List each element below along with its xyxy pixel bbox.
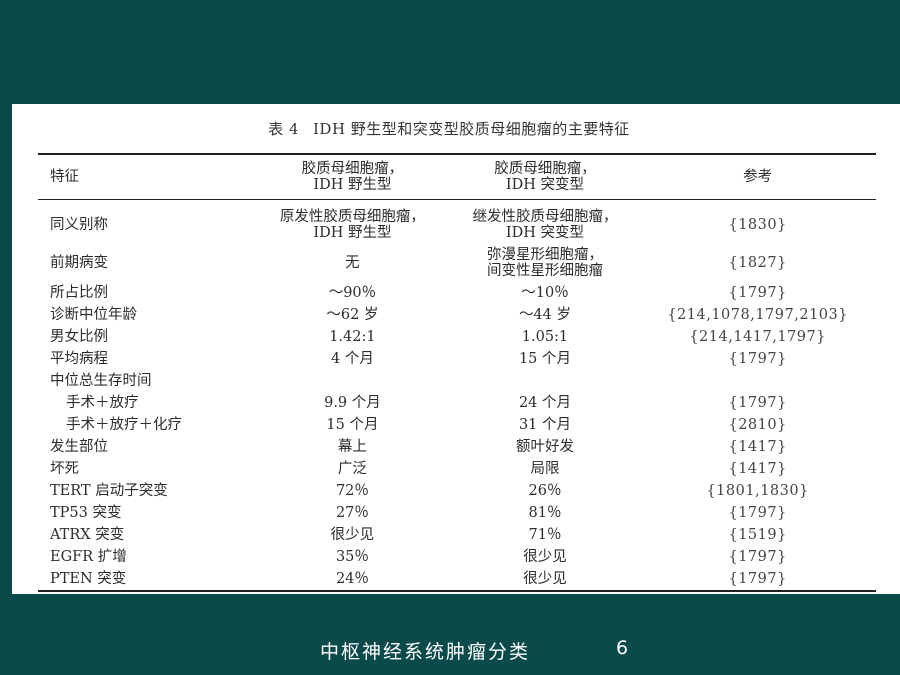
cell-idh-wildtype: ～62 岁 [326, 307, 379, 323]
cell-feature: 所占比例 [50, 285, 108, 301]
cell-idh-wildtype: 72％ [335, 483, 369, 499]
cell-feature: 平均病程 [50, 351, 108, 367]
cell-idh-wildtype: 24％ [335, 571, 369, 587]
cell-reference: {1519} [728, 527, 787, 543]
cell-reference: {1827} [728, 255, 787, 271]
cell-idh-mutant: 很少见 [523, 571, 567, 587]
cell-idh-mutant: 很少见 [523, 549, 567, 565]
cell-idh-mutant: 1.05:1 [521, 329, 569, 345]
cell-feature: 男女比例 [50, 329, 108, 345]
table-caption-label: 表 4 [268, 120, 299, 138]
cell-idh-mutant: ～44 岁 [518, 307, 571, 323]
cell-idh-mutant: 81％ [528, 505, 562, 521]
cell-idh-mutant: 26％ [528, 483, 562, 499]
header-idh-mutant: 胶质母细胞瘤， IDH 突变型 [494, 161, 596, 193]
cell-reference: {1797} [728, 571, 787, 587]
cell-idh-wildtype: 很少见 [330, 527, 375, 543]
cell-idh-wildtype: 9.9 个月 [324, 395, 381, 411]
cell-feature: 中位总生存时间 [50, 373, 152, 389]
cell-reference: {1801,1830} [706, 483, 809, 499]
table-row: TP53 突变 27％ 81％ {1797} [38, 502, 876, 524]
cell-idh-wildtype: 15 个月 [326, 417, 379, 433]
cell-idh-wildtype: ～90％ [328, 285, 377, 301]
cell-reference [639, 370, 876, 392]
header-reference: 参考 [743, 169, 773, 185]
cell-reference: {1797} [728, 351, 787, 367]
table-row: TERT 启动子突变 72％ 26％ {1801,1830} [38, 480, 876, 502]
cell-idh-wildtype: 4 个月 [331, 351, 374, 367]
table-body: 同义别称 原发性胶质母细胞瘤， IDH 野生型 继发性胶质母细胞瘤， IDH 突变型 {1… [38, 200, 876, 591]
cell-reference: {1417} [728, 461, 787, 477]
cell-feature: 前期病变 [50, 255, 108, 271]
table-row: 手术＋放疗＋化疗 15 个月 31 个月 {2810} [38, 414, 876, 436]
table-row: 坏死 广泛 局限 {1417} [38, 458, 876, 480]
cell-idh-wildtype [254, 370, 450, 392]
cell-reference: {1830} [728, 217, 787, 233]
cell-idh-mutant: 局限 [530, 461, 560, 477]
cell-idh-wildtype: 27％ [335, 505, 369, 521]
cell-idh-mutant [451, 370, 640, 392]
table-sheet: 表 4 IDH 野生型和突变型胶质母细胞瘤的主要特征 特征 胶质母细胞瘤， IDH … [12, 104, 900, 594]
cell-reference: {1797} [728, 395, 787, 411]
table-row: 所占比例 ～90％ ～10％ {1797} [38, 282, 876, 304]
header-feature: 特征 [50, 169, 79, 185]
table-row: ATRX 突变 很少见 71％ {1519} [38, 524, 876, 546]
table-row: 前期病变 无 弥漫星形细胞瘤， 间变性星形细胞瘤 {1827} [38, 244, 876, 282]
table-caption: 表 4 IDH 野生型和突变型胶质母细胞瘤的主要特征 [12, 118, 900, 139]
cell-feature: TP53 突变 [50, 505, 122, 521]
cell-feature: 发生部位 [50, 439, 108, 455]
cell-idh-mutant: 15 个月 [518, 351, 571, 367]
cell-idh-wildtype: 原发性胶质母细胞瘤， IDH 野生型 [279, 209, 425, 241]
cell-reference: {1417} [728, 439, 787, 455]
cell-reference: {1797} [728, 285, 787, 301]
features-table: 特征 胶质母细胞瘤， IDH 野生型 胶质母细胞瘤， IDH 突变型 参考 同义别称… [38, 153, 876, 592]
footer-title: 中枢神经系统肿瘤分类 [320, 641, 531, 663]
cell-reference: {214,1417,1797} [689, 329, 826, 345]
table-row: 男女比例 1.42:1 1.05:1 {214,1417,1797} [38, 326, 876, 348]
table-header-row: 特征 胶质母细胞瘤， IDH 野生型 胶质母细胞瘤， IDH 突变型 参考 [38, 154, 876, 200]
cell-feature: 同义别称 [50, 217, 108, 233]
cell-idh-mutant: 24 个月 [518, 395, 571, 411]
table-row: 手术＋放疗 9.9 个月 24 个月 {1797} [38, 392, 876, 414]
cell-reference: {2810} [728, 417, 787, 433]
table-row: 同义别称 原发性胶质母细胞瘤， IDH 野生型 继发性胶质母细胞瘤， IDH 突变型 {1… [38, 200, 876, 245]
cell-feature: PTEN 突变 [50, 571, 127, 587]
cell-reference: {1797} [728, 549, 787, 565]
cell-idh-mutant: 31 个月 [518, 417, 571, 433]
cell-idh-mutant: 弥漫星形细胞瘤， 间变性星形细胞瘤 [486, 247, 603, 279]
cell-idh-wildtype: 1.42:1 [329, 329, 376, 345]
table-row: EGFR 扩增 35％ 很少见 {1797} [38, 546, 876, 568]
cell-feature: EGFR 扩增 [50, 549, 127, 565]
cell-idh-wildtype: 广泛 [337, 461, 367, 477]
page-number: 6 [616, 637, 629, 659]
cell-idh-mutant: 71％ [528, 527, 562, 543]
cell-reference: {214,1078,1797,2103} [667, 307, 848, 323]
cell-idh-wildtype: 幕上 [337, 439, 367, 455]
cell-feature: 手术＋放疗＋化疗 [66, 417, 182, 433]
cell-idh-mutant: 继发性胶质母细胞瘤， IDH 突变型 [472, 209, 618, 241]
table-row: PTEN 突变 24％ 很少见 {1797} [38, 568, 876, 591]
cell-reference: {1797} [728, 505, 787, 521]
cell-idh-wildtype: 无 [345, 255, 360, 271]
cell-feature: 手术＋放疗 [66, 395, 139, 411]
cell-idh-mutant: ～10％ [521, 285, 569, 301]
table-row: 平均病程 4 个月 15 个月 {1797} [38, 348, 876, 370]
cell-feature: 诊断中位年龄 [50, 307, 137, 323]
cell-feature: ATRX 突变 [50, 527, 125, 543]
table-caption-title: IDH 野生型和突变型胶质母细胞瘤的主要特征 [313, 120, 630, 138]
cell-idh-mutant: 额叶好发 [515, 439, 574, 455]
table-row: 中位总生存时间 [38, 370, 876, 392]
table-row: 发生部位 幕上 额叶好发 {1417} [38, 436, 876, 458]
cell-idh-wildtype: 35％ [335, 549, 369, 565]
cell-feature: 坏死 [50, 461, 79, 477]
cell-feature: TERT 启动子突变 [50, 483, 168, 499]
header-idh-wildtype: 胶质母细胞瘤， IDH 野生型 [301, 161, 404, 193]
table-row: 诊断中位年龄 ～62 岁 ～44 岁 {214,1078,1797,2103} [38, 304, 876, 326]
